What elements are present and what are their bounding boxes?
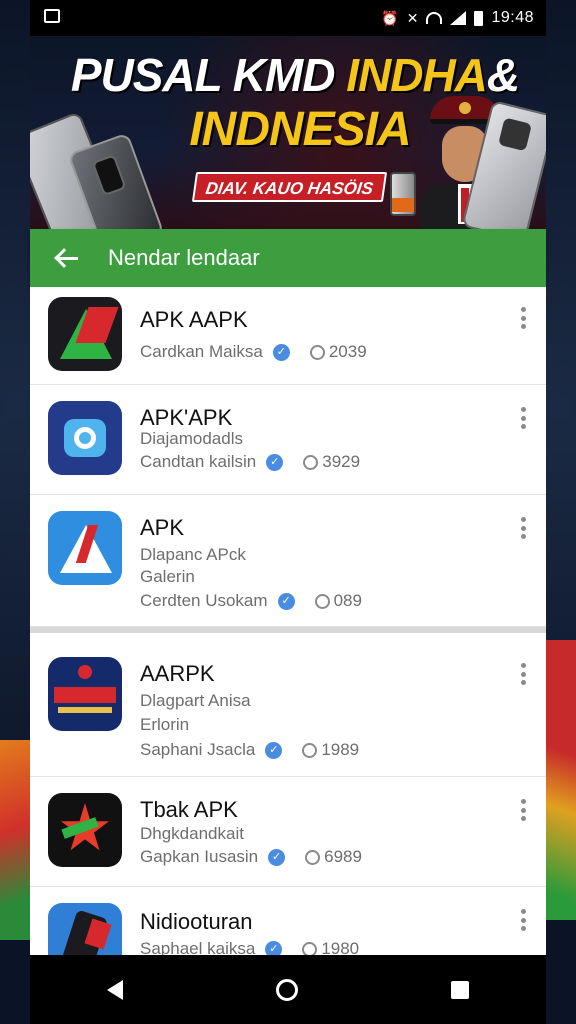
more-options-icon[interactable] [520,517,526,539]
banner-title-yellow: INDHA [346,49,488,101]
wifi-icon [426,12,443,24]
app-date: 089 [333,591,362,610]
clock-icon [303,454,319,470]
app-icon [48,903,122,955]
list-item[interactable]: APK'APK Diajamodadls Candtan kailsin ✓ 3… [30,385,546,495]
status-bar: ⏰ ✕ 19:48 [30,0,546,36]
app-date: 1980 [321,939,360,955]
nav-back-icon[interactable] [106,979,123,1000]
alarm-icon: ⏰ [381,9,399,26]
verified-icon: ✓ [265,741,283,759]
app-icon-shape [74,427,96,449]
app-bar-title: Nendar lendaar [108,245,260,270]
app-icon [48,401,122,475]
app-icon-shape [58,707,112,713]
app-list: APK AAPK Cardkan Maiksa ✓ 2039 APK'APK D… [30,287,546,955]
app-developer: Gapkan Iusasin [140,847,259,866]
can-image [390,172,416,216]
promo-banner[interactable]: PUSAL KMD INDHA& INDNESIA DIAV. KAUO HAS… [30,36,546,229]
app-bar: Nendar lendaar [30,229,546,287]
nav-recents-icon[interactable] [451,980,470,999]
app-name: APK [140,515,185,540]
app-meta: Cardkan Maiksa ✓ 2039 [140,342,367,362]
list-item[interactable]: AARPK Dlagpart Anisa Erlorin Saphani Jsa… [30,627,546,777]
background-swoosh-right [546,640,576,920]
verified-icon: ✓ [277,592,295,610]
more-options-icon[interactable] [520,909,526,931]
app-developer: Candtan kailsin [140,452,257,471]
app-icon [48,657,122,731]
status-bar-right: ⏰ ✕ 19:48 [381,9,534,27]
status-time: 19:48 [491,9,534,26]
app-name: APK AAPK [140,307,248,332]
background-swoosh-left [0,740,30,940]
back-arrow-icon[interactable] [54,248,78,268]
app-description: Dlapanc APck [140,545,246,564]
app-icon [48,511,122,585]
list-item[interactable]: APK Dlapanc APck Galerin Cerdten Usokam … [30,495,546,627]
clock-icon [302,742,318,758]
app-meta: Saphael kaiksa ✓ 1980 [140,939,359,955]
app-developer: Saphael kaiksa [140,939,256,955]
clock-icon [305,849,321,865]
app-description: Dlagpart Anisa [140,691,251,710]
signal-icon [450,11,467,25]
app-meta: Cerdten Usokam ✓ 089 [140,591,362,611]
banner-subtitle: INDNESIA [189,103,411,156]
verified-icon: ✓ [266,453,284,471]
app-date: 2039 [328,342,367,361]
app-meta: Candtan kailsin ✓ 3929 [140,452,360,472]
more-options-icon[interactable] [520,307,526,329]
app-description: Dhgkdandkait [140,824,244,843]
app-date: 6989 [324,847,362,866]
more-options-icon[interactable] [520,799,526,821]
app-name: Tbak APK [140,797,238,822]
app-description: Galerin [140,567,195,586]
nav-home-icon[interactable] [275,978,298,1001]
more-options-icon[interactable] [520,663,526,685]
clock-icon [302,941,318,955]
battery-icon [474,10,484,26]
verified-icon: ✓ [265,940,283,955]
banner-tag: DIAV. KAUO HASÖIS [191,172,388,202]
mute-icon: ✕ [406,9,419,26]
clock-icon [314,593,330,609]
app-date: 3929 [322,452,361,471]
app-developer: Cerdten Usokam [140,591,268,610]
banner-title-tail: & [486,49,520,101]
app-icon [48,793,122,867]
banner-title-white: PUSAL KMD [70,49,347,101]
app-developer: Cardkan Maiksa [140,342,263,361]
app-developer: Saphani Jsacla [140,740,256,759]
more-options-icon[interactable] [520,407,526,429]
app-name: Nidiooturan [140,909,253,934]
navigation-bar [30,955,546,1024]
app-name: APK'APK [140,405,233,430]
verified-icon: ✓ [272,343,290,361]
status-bar-left [44,9,60,27]
app-date: 1989 [321,740,360,759]
list-item[interactable]: Nidiooturan Saphael kaiksa ✓ 1980 [30,887,546,955]
app-icon [48,297,122,371]
app-icon-shape [54,687,116,703]
app-icon-shape [78,665,92,679]
list-item[interactable]: APK AAPK Cardkan Maiksa ✓ 2039 [30,287,546,385]
verified-icon: ✓ [268,848,286,866]
clock-icon [309,344,325,360]
app-meta: Gapkan Iusasin ✓ 6989 [140,847,362,867]
app-meta: Saphani Jsacla ✓ 1989 [140,740,359,760]
banner-title: PUSAL KMD INDHA& [60,50,530,100]
app-description: Erlorin [140,715,190,734]
notification-icon [44,9,60,23]
app-name: AARPK [140,661,215,686]
list-item[interactable]: Tbak APK Dhgkdandkait Gapkan Iusasin ✓ 6… [30,777,546,887]
app-description: Diajamodadls [140,429,243,448]
